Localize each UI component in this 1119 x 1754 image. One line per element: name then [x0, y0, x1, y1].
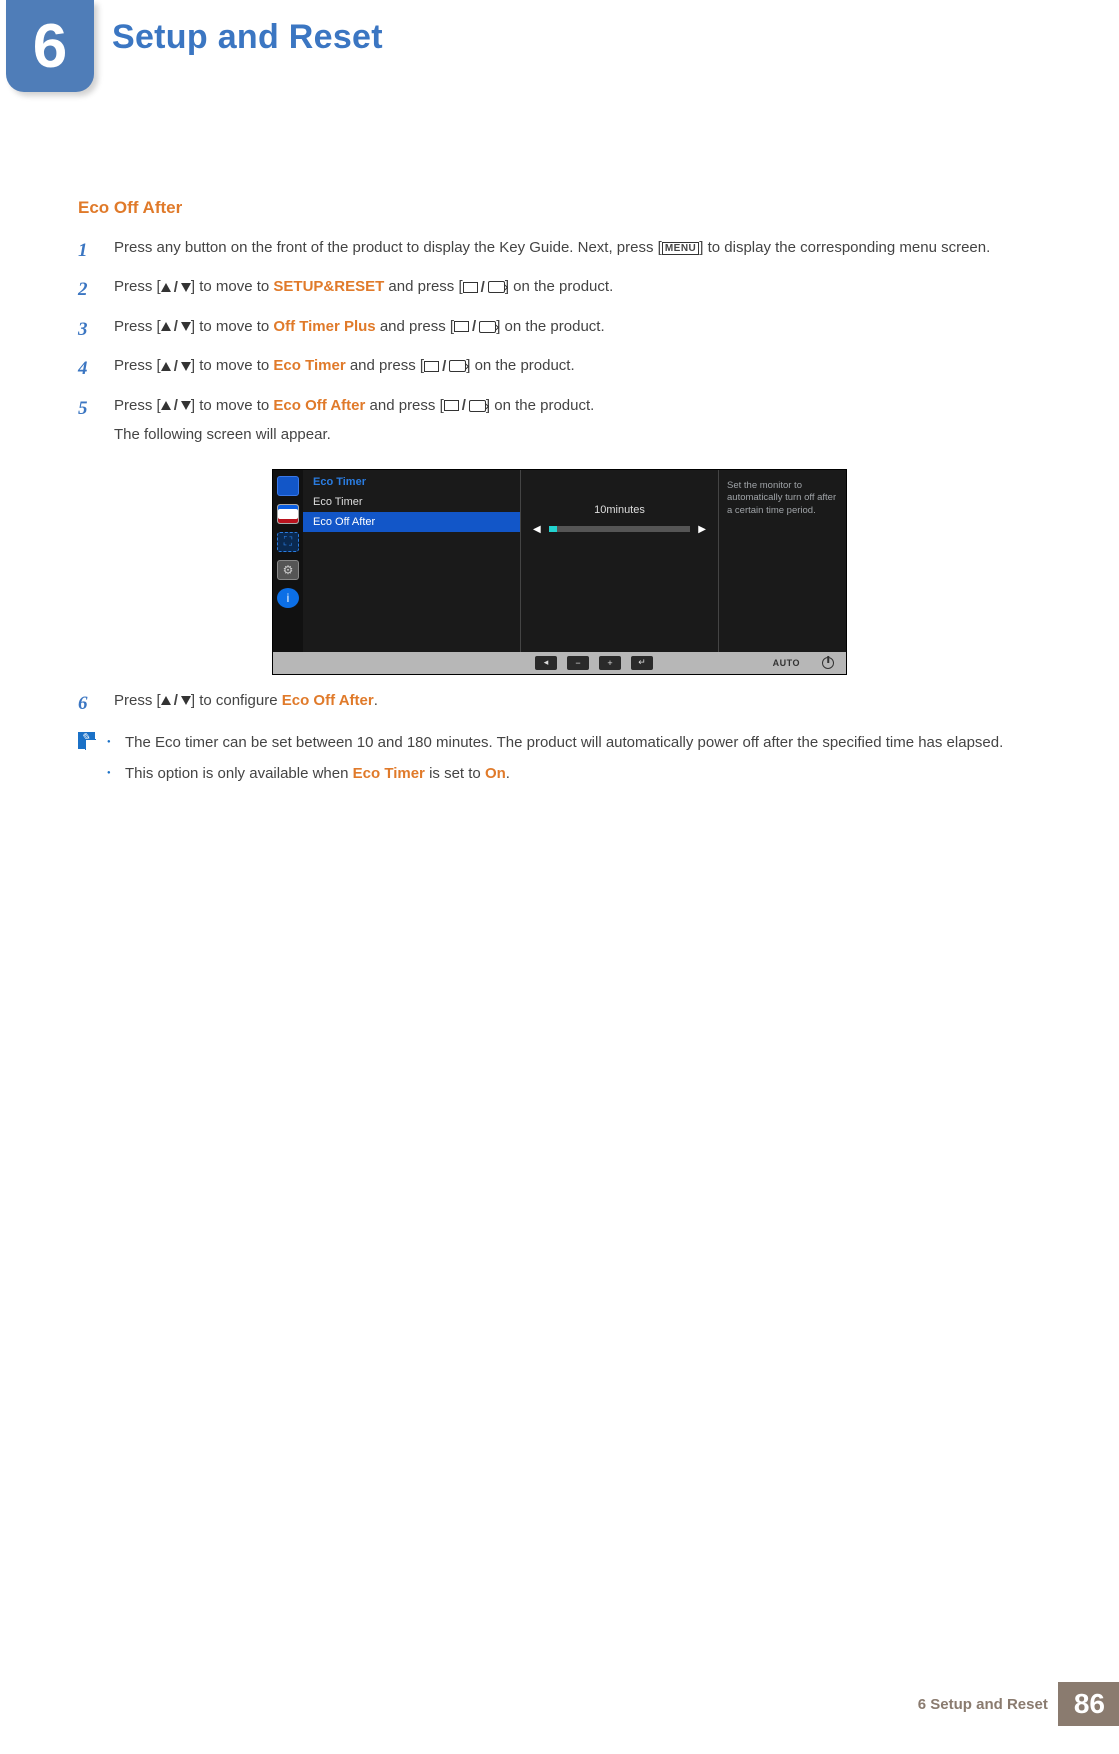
- step-6: 6 Press [/] to configure Eco Off After.: [78, 689, 1041, 718]
- keyword: Eco Off After: [282, 692, 374, 709]
- keyword: Off Timer Plus: [273, 318, 375, 335]
- osd-value-label: 10minutes: [533, 504, 706, 516]
- right-arrow-icon: ▶: [698, 524, 706, 535]
- note-box: ✎ The Eco timer can be set between 10 an…: [78, 732, 1041, 793]
- footer-chapter-label: 6 Setup and Reset: [918, 1696, 1058, 1713]
- step-number: 2: [78, 275, 96, 304]
- rect-enter-icon: /: [454, 315, 496, 338]
- osd-value-panel: 10minutes ◀ ▶: [521, 470, 718, 652]
- up-down-icon: /: [161, 394, 191, 417]
- plus-key-icon: +: [599, 656, 621, 670]
- step-body: Press [/] to move to Eco Timer and press…: [114, 354, 1041, 383]
- step-number: 6: [78, 689, 96, 718]
- osd-slider: [549, 526, 691, 532]
- up-down-icon: /: [161, 276, 191, 299]
- note-item: This option is only available when Eco T…: [107, 763, 1041, 786]
- note-item: The Eco timer can be set between 10 and …: [107, 732, 1041, 755]
- up-down-icon: /: [161, 355, 191, 378]
- osd-screenshot: ⛶ ⚙ i Eco Timer Eco Timer Eco Off After …: [272, 469, 847, 675]
- step-number: 5: [78, 394, 96, 447]
- footer-page-number: 86: [1058, 1682, 1119, 1726]
- rect-enter-icon: /: [424, 355, 466, 378]
- keyword: Eco Timer: [273, 357, 345, 374]
- rect-enter-icon: /: [444, 394, 486, 417]
- osd-menu: Eco Timer Eco Timer Eco Off After: [303, 470, 521, 652]
- step-body: Press any button on the front of the pro…: [114, 236, 1041, 265]
- up-down-icon: /: [161, 315, 191, 338]
- step-3: 3 Press [/] to move to Off Timer Plus an…: [78, 315, 1041, 344]
- keyword: SETUP&RESET: [273, 278, 384, 295]
- menu-key-label: MENU: [662, 242, 699, 255]
- minus-key-icon: −: [567, 656, 589, 670]
- gear-icon: ⚙: [277, 560, 299, 580]
- step-list: 1 Press any button on the front of the p…: [78, 236, 1041, 447]
- up-down-icon: /: [161, 689, 191, 712]
- keyword: Eco Off After: [273, 397, 365, 414]
- step-2: 2 Press [/] to move to SETUP&RESET and p…: [78, 275, 1041, 304]
- step-body: Press [/] to move to Eco Off After and p…: [114, 394, 1041, 447]
- monitor-icon: [277, 476, 299, 496]
- osd-menu-title: Eco Timer: [303, 470, 520, 492]
- step-number: 1: [78, 236, 96, 265]
- osd-help-text: Set the monitor to automatically turn of…: [718, 470, 846, 652]
- osd-menu-item-selected: Eco Off After: [303, 512, 520, 532]
- keyword: Eco Timer: [353, 765, 425, 782]
- step-extra-text: The following screen will appear.: [114, 423, 1041, 446]
- osd-menu-item: Eco Timer: [303, 492, 520, 512]
- osd-auto-label: AUTO: [773, 658, 800, 668]
- rect-enter-icon: /: [463, 276, 505, 299]
- step-body: Press [/] to move to Off Timer Plus and …: [114, 315, 1041, 344]
- step-body: Press [/] to move to SETUP&RESET and pre…: [114, 275, 1041, 304]
- keyword: On: [485, 765, 506, 782]
- step-5: 5 Press [/] to move to Eco Off After and…: [78, 394, 1041, 447]
- step-body: Press [/] to configure Eco Off After.: [114, 689, 1041, 718]
- power-icon: [822, 657, 834, 669]
- page-footer: 6 Setup and Reset 86: [918, 1682, 1119, 1726]
- step-1: 1 Press any button on the front of the p…: [78, 236, 1041, 265]
- info-icon: i: [277, 588, 299, 608]
- note-icon: ✎: [78, 732, 95, 749]
- enter-key-icon: ↵: [631, 656, 653, 670]
- step-number: 3: [78, 315, 96, 344]
- picture-icon: [277, 504, 299, 524]
- section-title: Eco Off After: [78, 198, 1041, 218]
- left-key-icon: ◂: [535, 656, 557, 670]
- chapter-title: Setup and Reset: [112, 18, 383, 57]
- step-4: 4 Press [/] to move to Eco Timer and pre…: [78, 354, 1041, 383]
- osd-sidebar-icons: ⛶ ⚙ i: [273, 470, 303, 652]
- left-arrow-icon: ◀: [533, 524, 541, 535]
- size-icon: ⛶: [277, 532, 299, 552]
- step-number: 4: [78, 354, 96, 383]
- osd-bottom-bar: ◂ − + ↵ AUTO: [273, 652, 846, 674]
- chapter-badge: 6: [6, 0, 94, 92]
